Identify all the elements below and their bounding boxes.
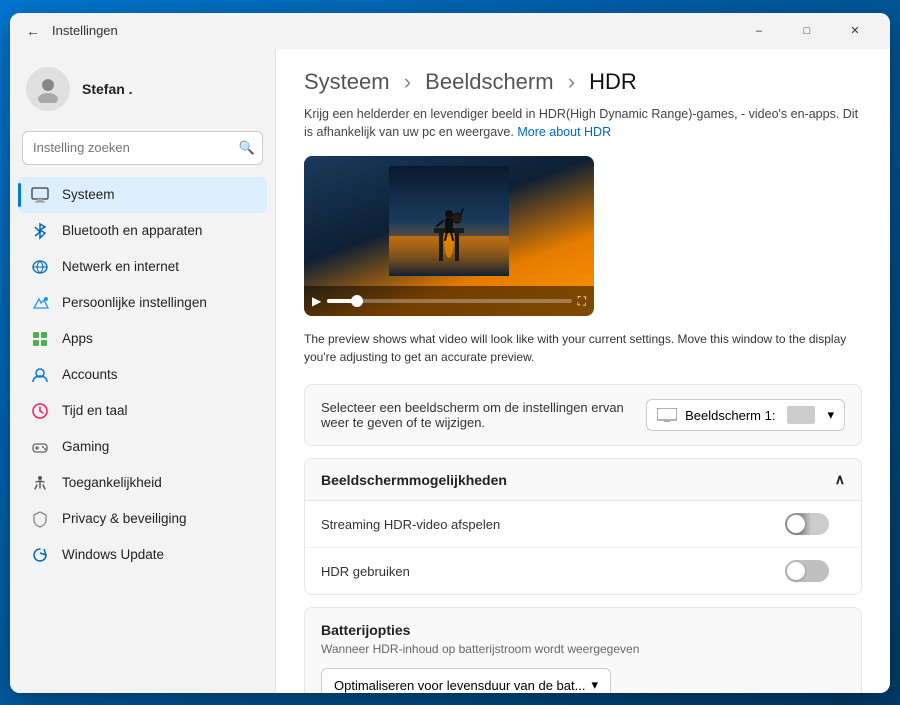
play-button[interactable]: ▶ — [312, 294, 321, 308]
sidebar-item-accounts[interactable]: Accounts — [18, 357, 267, 393]
sidebar-item-privacy[interactable]: Privacy & beveiliging — [18, 501, 267, 537]
hdr-gebruiken-toggle[interactable] — [785, 560, 829, 582]
accounts-icon — [30, 365, 50, 385]
sidebar-item-bluetooth-label: Bluetooth en apparaten — [62, 223, 202, 238]
monitor-select-label: Selecteer een beeldscherm om de instelli… — [321, 400, 641, 430]
content-area: Stefan . 🔍 Systeem Bl — [10, 49, 890, 693]
close-button[interactable]: ✕ — [832, 15, 878, 47]
main-content: Systeem › Beeldscherm › HDR Krijg een he… — [275, 49, 890, 693]
username: Stefan . — [82, 81, 133, 97]
sidebar-item-toegankelijkheid-label: Toegankelijkheid — [62, 475, 162, 490]
sidebar-item-netwerk-label: Netwerk en internet — [62, 259, 179, 274]
monitor-select-row: Selecteer een beeldscherm om de instelli… — [304, 384, 862, 446]
sidebar-item-update[interactable]: Windows Update — [18, 537, 267, 573]
video-preview: ▶ ⛶ — [304, 156, 594, 316]
apps-icon — [30, 329, 50, 349]
breadcrumb-part3: HDR — [589, 69, 637, 94]
video-controls: ▶ ⛶ — [304, 286, 594, 316]
fullscreen-button[interactable]: ⛶ — [578, 294, 586, 309]
breadcrumb: Systeem › Beeldscherm › HDR — [304, 69, 862, 95]
capabilities-title: Beeldschermmogelijkheden — [321, 472, 507, 488]
capabilities-header[interactable]: Beeldschermmogelijkheden ∧ — [304, 458, 862, 501]
sidebar-item-privacy-label: Privacy & beveiliging — [62, 511, 187, 526]
monitor-icon — [657, 408, 677, 422]
sidebar-item-update-label: Windows Update — [62, 547, 164, 562]
settings-window: ← Instellingen – □ ✕ Stefan . — [10, 13, 890, 693]
hdr-gebruiken-row: HDR gebruiken — [305, 548, 861, 594]
persoonlijk-icon — [30, 293, 50, 313]
systeem-icon — [30, 185, 50, 205]
toggle-thumb-2 — [787, 562, 805, 580]
search-icon: 🔍 — [239, 140, 255, 156]
streaming-hdr-toggle-container — [785, 513, 829, 535]
window-title: Instellingen — [52, 23, 118, 38]
search-box: 🔍 — [22, 131, 263, 165]
avatar — [26, 67, 70, 111]
breadcrumb-sep2: › — [568, 69, 575, 94]
breadcrumb-part1: Systeem — [304, 69, 390, 94]
hdr-description: Krijg een helderder en levendiger beeld … — [304, 105, 862, 143]
monitor-dropdown[interactable]: Beeldscherm 1: ▾ — [646, 399, 845, 431]
sidebar-item-netwerk[interactable]: Netwerk en internet — [18, 249, 267, 285]
battery-description: Wanneer HDR-inhoud op batterijstroom wor… — [321, 642, 845, 656]
sidebar-item-persoonlijk-label: Persoonlijke instellingen — [62, 295, 207, 310]
monitor-dropdown-value: Beeldscherm 1: — [685, 408, 775, 423]
capabilities-section: Beeldschermmogelijkheden ∧ Streaming HDR… — [304, 458, 862, 595]
toggle-thumb — [787, 515, 805, 533]
dropdown-chevron: ▾ — [827, 407, 834, 423]
sidebar-item-tijd-label: Tijd en taal — [62, 403, 128, 418]
sidebar-item-bluetooth[interactable]: Bluetooth en apparaten — [18, 213, 267, 249]
sidebar-item-apps[interactable]: Apps — [18, 321, 267, 357]
gaming-icon — [30, 437, 50, 457]
titlebar: ← Instellingen – □ ✕ — [10, 13, 890, 49]
sidebar-item-accounts-label: Accounts — [62, 367, 118, 382]
battery-dropdown-label: Optimaliseren voor levensduur van de bat… — [334, 678, 585, 693]
bluetooth-icon — [30, 221, 50, 241]
nav-menu: Systeem Bluetooth en apparaten Netwerk e… — [18, 177, 267, 573]
sidebar-item-gaming[interactable]: Gaming — [18, 429, 267, 465]
minimize-button[interactable]: – — [736, 15, 782, 47]
maximize-button[interactable]: □ — [784, 15, 830, 47]
progress-thumb — [351, 295, 363, 307]
user-profile: Stefan . — [18, 57, 267, 127]
update-icon — [30, 545, 50, 565]
sidebar-item-gaming-label: Gaming — [62, 439, 109, 454]
sidebar: Stefan . 🔍 Systeem Bl — [10, 49, 275, 693]
more-about-hdr-link[interactable]: More about HDR — [517, 125, 611, 139]
battery-section: Batterijopties Wanneer HDR-inhoud op bat… — [304, 607, 862, 693]
monitor-thumbnail — [787, 406, 815, 424]
sidebar-item-apps-label: Apps — [62, 331, 93, 346]
breadcrumb-sep1: › — [404, 69, 411, 94]
video-content — [389, 166, 509, 276]
breadcrumb-part2: Beeldscherm — [425, 69, 553, 94]
sidebar-item-tijd[interactable]: Tijd en taal — [18, 393, 267, 429]
sidebar-item-systeem[interactable]: Systeem — [18, 177, 267, 213]
sidebar-item-toegankelijkheid[interactable]: Toegankelijkheid — [18, 465, 267, 501]
netwerk-icon — [30, 257, 50, 277]
streaming-hdr-row: Streaming HDR-video afspelen — [305, 501, 861, 548]
video-figure — [304, 156, 594, 286]
progress-bar[interactable] — [327, 299, 571, 303]
capabilities-chevron: ∧ — [835, 471, 845, 488]
toegankelijkheid-icon — [30, 473, 50, 493]
streaming-hdr-label: Streaming HDR-video afspelen — [321, 517, 500, 532]
sidebar-item-systeem-label: Systeem — [62, 187, 115, 202]
titlebar-left: ← Instellingen — [22, 19, 118, 43]
battery-dropdown[interactable]: Optimaliseren voor levensduur van de bat… — [321, 668, 611, 693]
battery-title: Batterijopties — [321, 622, 845, 638]
hdr-gebruiken-toggle-container — [785, 560, 829, 582]
privacy-icon — [30, 509, 50, 529]
sidebar-item-persoonlijk[interactable]: Persoonlijke instellingen — [18, 285, 267, 321]
back-button[interactable]: ← — [22, 19, 44, 43]
battery-dropdown-chevron: ▾ — [591, 677, 598, 693]
preview-text: The preview shows what video will look l… — [304, 330, 862, 366]
tijd-icon — [30, 401, 50, 421]
hdr-gebruiken-label: HDR gebruiken — [321, 564, 410, 579]
titlebar-controls: – □ ✕ — [736, 15, 878, 47]
streaming-hdr-toggle[interactable] — [785, 513, 829, 535]
search-input[interactable] — [22, 131, 263, 165]
capabilities-body: Streaming HDR-video afspelen HDR gebruik… — [304, 501, 862, 595]
